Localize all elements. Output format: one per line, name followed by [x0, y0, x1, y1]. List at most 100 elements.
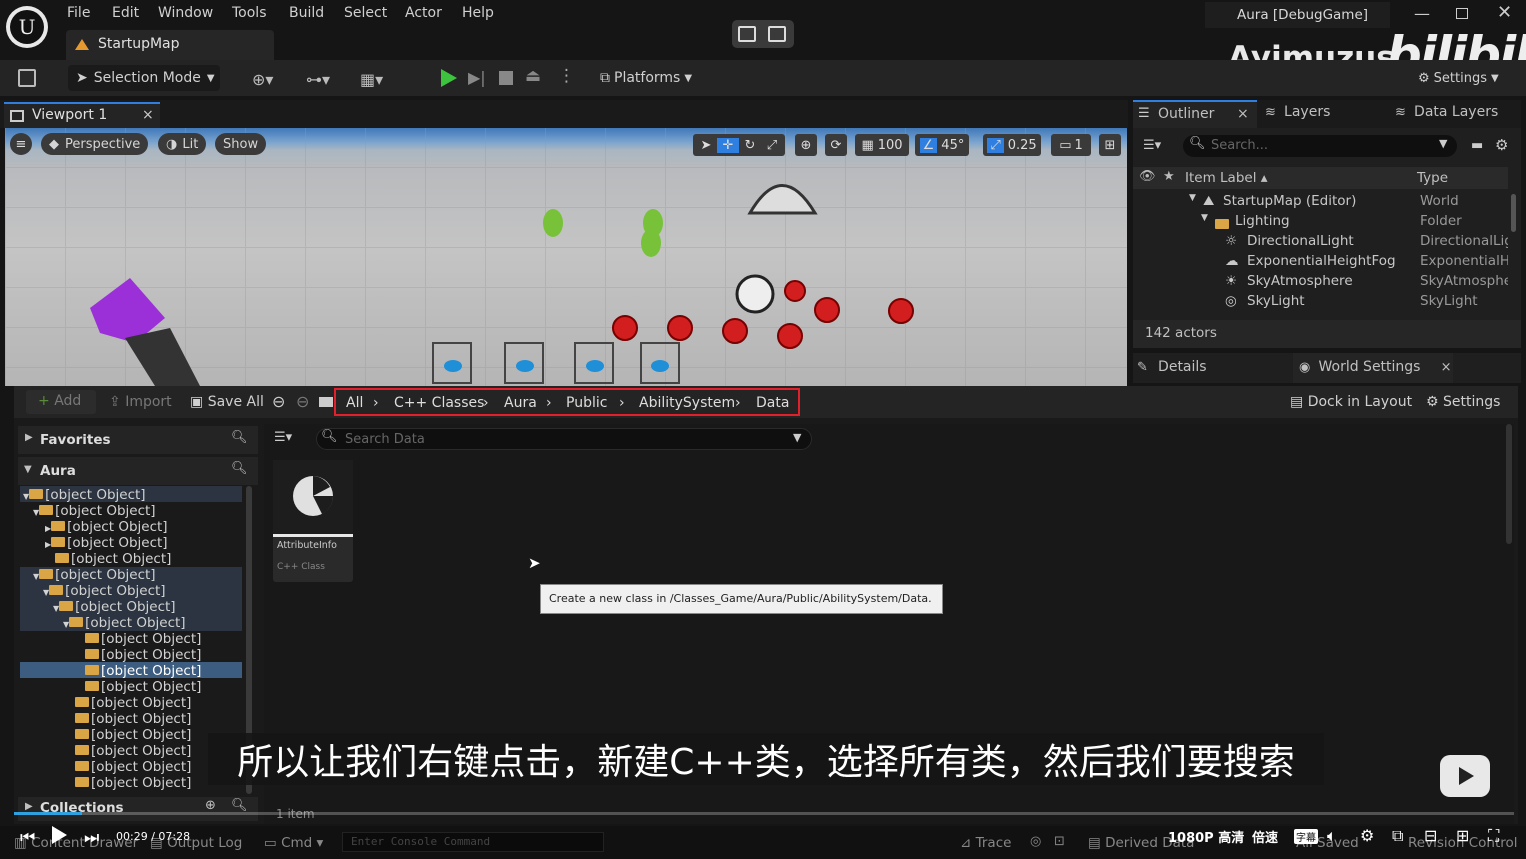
camera-speed-button[interactable]: ▭ 1	[1051, 134, 1091, 156]
menu-tools[interactable]: Tools	[232, 5, 267, 21]
fullscreen-icon[interactable]: ⛶	[1488, 826, 1499, 846]
add-actor-icon[interactable]: ⊕▾	[252, 70, 273, 89]
tree-item[interactable]: [object Object]	[55, 551, 171, 567]
maximize-viewport-icon[interactable]: ⊞	[1099, 134, 1121, 156]
trace-button[interactable]: ⊿ Trace	[960, 835, 1011, 851]
rotation-snap-button[interactable]: ∠ 45°	[915, 134, 969, 156]
settings-button[interactable]: ⚙ Settings ▼	[1418, 65, 1518, 91]
outliner-row[interactable]: ◎ SkyLight SkyLight	[1133, 292, 1521, 312]
maximize-icon[interactable]	[1456, 8, 1468, 19]
col-type[interactable]: Type	[1417, 170, 1448, 186]
move-icon[interactable]: ✛	[717, 137, 739, 153]
breadcrumb-public[interactable]: Public	[566, 395, 607, 411]
blueprint-icon[interactable]: ⊶▾	[306, 70, 330, 89]
breadcrumb-abilitysystem[interactable]: AbilitySystem	[639, 395, 735, 411]
previous-icon[interactable]: ⏮	[20, 828, 35, 848]
search-icon[interactable]: 🔍︎	[231, 461, 248, 476]
asset-tile[interactable]: AttributeInfo C++ Class	[273, 460, 353, 582]
close-icon[interactable]: ×	[142, 107, 154, 123]
webpage-fullscreen-icon[interactable]: ⊞	[1456, 826, 1469, 845]
stop-icon[interactable]	[499, 71, 513, 85]
tree-item[interactable]: ▼ [object Object]	[53, 599, 176, 615]
eject-icon[interactable]: ⏏	[525, 66, 541, 86]
search-icon[interactable]: 🔍︎	[231, 798, 248, 813]
menu-actor[interactable]: Actor	[405, 5, 442, 21]
outliner-row[interactable]: ☀ SkyAtmosphere SkyAtmosphe	[1133, 272, 1521, 292]
level-viewport[interactable]: ≡ ◆ Perspective ◑ Lit Show ➤ ✛ ↻ ⤢ ⊕ ⟳ ▦…	[5, 128, 1127, 386]
tree-item[interactable]: [object Object]	[75, 695, 191, 711]
tree-item[interactable]: ▼ [object Object]	[63, 615, 186, 631]
rotate-icon[interactable]: ↻	[739, 138, 761, 153]
tab-layers[interactable]: ≋ Layers	[1265, 104, 1330, 120]
outliner-row[interactable]: ☼ DirectionalLight DirectionalLigl	[1133, 232, 1521, 252]
tree-item-selected[interactable]: [object Object]	[85, 663, 201, 679]
unreal-logo-icon[interactable]: U	[6, 6, 48, 48]
scale-snap-button[interactable]: ⤢ 0.25	[983, 134, 1041, 156]
tab-world-settings[interactable]: ◉ World Settings ×	[1293, 353, 1453, 383]
close-icon[interactable]: ×	[1441, 360, 1452, 375]
outliner-row[interactable]: ▼ Lighting Folder	[1133, 212, 1521, 232]
menu-build[interactable]: Build	[289, 5, 324, 21]
asset-scrollbar[interactable]	[1506, 424, 1512, 544]
play-window-icon[interactable]	[768, 26, 786, 42]
cinematics-icon[interactable]: ▦▾	[360, 70, 383, 89]
settings-gear-icon[interactable]: ⚙	[1360, 826, 1374, 845]
tab-details[interactable]: ✎ Details	[1137, 359, 1207, 375]
star-icon[interactable]: ★	[1163, 169, 1175, 184]
grid-snap-button[interactable]: ▦ 100	[855, 134, 909, 156]
tab-outliner[interactable]: ☰ Outliner ×	[1133, 100, 1257, 128]
folder-icon[interactable]	[319, 397, 333, 407]
more-options-icon[interactable]: ⋮	[558, 66, 575, 86]
tv-logo-icon[interactable]	[1440, 755, 1490, 797]
add-button[interactable]: + Add	[26, 390, 96, 414]
tree-item[interactable]: [object Object]	[85, 631, 201, 647]
tree-item[interactable]: [object Object]	[75, 775, 191, 791]
tree-item[interactable]: [object Object]	[75, 727, 191, 743]
hamburger-menu-icon[interactable]: ≡	[10, 133, 32, 155]
menu-window[interactable]: Window	[158, 5, 213, 21]
filter-icon[interactable]: ☰▾	[274, 430, 292, 445]
lit-button[interactable]: ◑ Lit	[158, 133, 207, 155]
world-space-icon[interactable]: ⊕	[795, 134, 817, 156]
tree-item[interactable]: [object Object]	[85, 647, 201, 663]
player-progress-track[interactable]	[14, 812, 1514, 815]
menu-select[interactable]: Select	[344, 5, 387, 21]
menu-edit[interactable]: Edit	[112, 5, 139, 21]
camera-icon[interactable]: ⊡	[1054, 834, 1065, 849]
tree-item[interactable]: [object Object]	[75, 759, 191, 775]
filter-icon[interactable]: ☰▾	[1143, 138, 1161, 153]
minimize-icon[interactable]: —	[1414, 4, 1430, 23]
close-icon[interactable]: ×	[1237, 106, 1249, 122]
breadcrumb-aura[interactable]: Aura	[504, 395, 537, 411]
collections-header[interactable]: ▶ Collections ⊕ 🔍︎	[18, 797, 258, 821]
record-icon[interactable]: ◎	[1030, 834, 1041, 849]
add-collection-icon[interactable]: ⊕	[205, 798, 216, 813]
tab-data-layers[interactable]: ≋ Data Layers	[1395, 104, 1498, 120]
tree-item[interactable]: ▶ [object Object]	[45, 535, 168, 551]
breadcrumb-cpp-classes[interactable]: C++ Classes	[394, 395, 484, 411]
quality-button[interactable]: 1080P 高清	[1168, 827, 1244, 846]
import-button[interactable]: ⇪ Import	[109, 394, 172, 410]
save-all-button[interactable]: ▣ Save All	[190, 394, 264, 410]
platforms-button[interactable]: ⧉ Platforms ▼	[600, 65, 710, 91]
tree-item[interactable]: ▼ [object Object]	[33, 567, 156, 583]
menu-help[interactable]: Help	[462, 5, 494, 21]
viewport-tab[interactable]: Viewport 1 ×	[4, 102, 160, 128]
perspective-button[interactable]: ◆ Perspective	[41, 133, 149, 155]
tree-item[interactable]: ▼ [object Object]	[33, 503, 156, 519]
back-icon[interactable]: ⊖	[272, 392, 285, 411]
volume-icon[interactable]: 🔈︎	[1327, 826, 1337, 846]
menu-file[interactable]: File	[67, 5, 90, 21]
selection-mode-dropdown[interactable]: ➤ Selection Mode ▼	[68, 65, 220, 91]
breadcrumb-data[interactable]: Data	[756, 395, 789, 411]
eye-icon[interactable]: 👁︎	[1139, 169, 1156, 184]
tree-item[interactable]: ▼ [object Object]	[23, 487, 146, 503]
forward-icon[interactable]: ⊖	[296, 392, 309, 411]
asset-search[interactable]: 🔍︎ Search Data ▼	[316, 428, 812, 450]
aura-header[interactable]: ▼ Aura 🔍︎	[18, 457, 258, 485]
widescreen-icon[interactable]: ⊟	[1424, 826, 1437, 845]
close-icon[interactable]: ✕	[1497, 2, 1512, 23]
tree-item[interactable]: [object Object]	[75, 743, 191, 759]
pip-icon[interactable]: ⧉	[1392, 826, 1403, 846]
search-icon[interactable]: 🔍︎	[231, 430, 248, 445]
